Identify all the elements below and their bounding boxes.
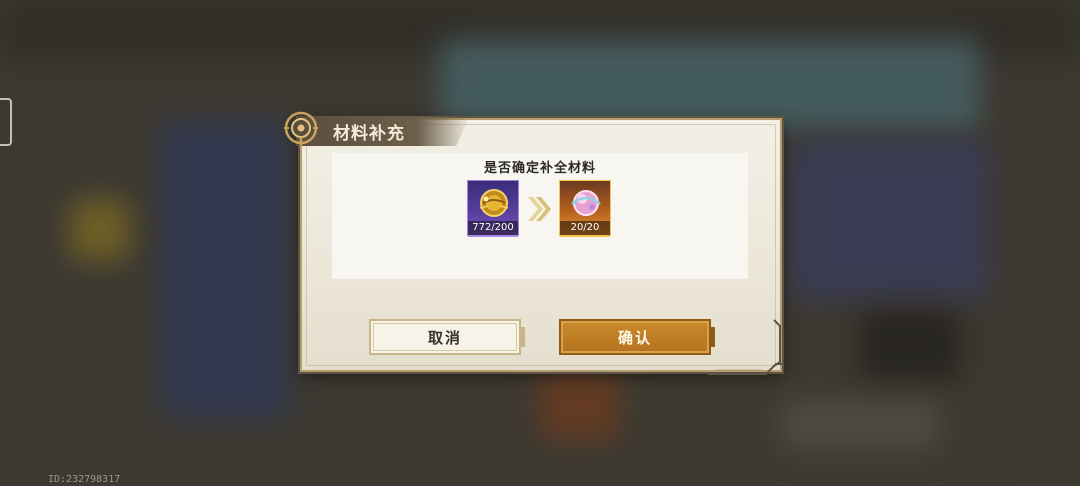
item-count: 20/20 bbox=[560, 221, 610, 235]
button-notch bbox=[709, 327, 715, 347]
double-chevron-right-icon bbox=[528, 197, 551, 221]
corner-ornament-icon bbox=[773, 319, 781, 367]
user-id-label: ID:232798317 bbox=[48, 474, 121, 485]
button-notch bbox=[519, 327, 525, 347]
side-tab-handle[interactable] bbox=[0, 98, 12, 146]
pink-orb-icon bbox=[571, 190, 601, 216]
dialog-title: 材料补充 bbox=[333, 124, 405, 144]
item-count: 772/200 bbox=[468, 221, 518, 235]
confirm-question: 是否确定补全材料 bbox=[483, 161, 596, 176]
gold-coin-icon bbox=[479, 189, 509, 217]
game-screen: ID:232798317 材料补充 是否确定补全材料 772/200 20/20… bbox=[0, 0, 1080, 486]
confirm-button-label: 确认 bbox=[617, 328, 652, 347]
source-material-item[interactable]: 772/200 bbox=[467, 180, 519, 237]
cancel-button-label: 取消 bbox=[427, 328, 462, 347]
confirm-button[interactable]: 确认 bbox=[559, 319, 715, 355]
cancel-button[interactable]: 取消 bbox=[369, 319, 525, 355]
target-material-item[interactable]: 20/20 bbox=[559, 180, 611, 237]
dialog-emblem-icon bbox=[284, 111, 318, 148]
